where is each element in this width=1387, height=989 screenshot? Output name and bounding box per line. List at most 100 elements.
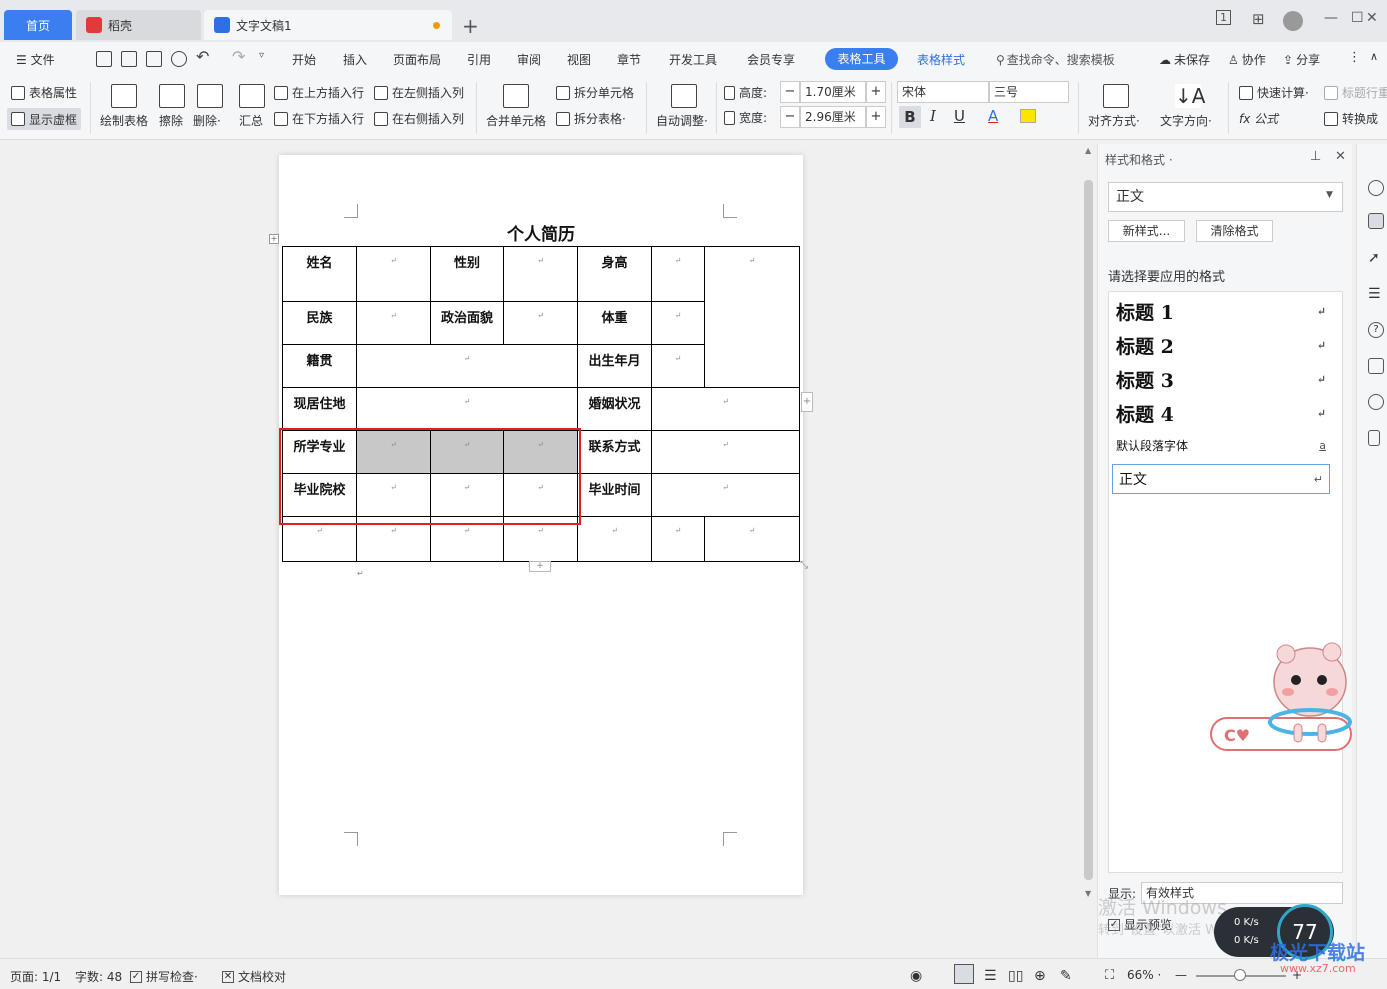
preview-icon[interactable]	[171, 51, 187, 67]
new-tab-button[interactable]: +	[462, 14, 479, 38]
table-resize-handle-icon[interactable]: ⤡	[800, 560, 808, 571]
panel-title[interactable]: 样式和格式 ·	[1105, 151, 1173, 168]
scrollbar-thumb[interactable]	[1084, 180, 1093, 880]
insert-col-left-button[interactable]: 在左侧插入列	[374, 84, 464, 101]
table-cell[interactable]: ↵	[651, 430, 800, 474]
table-cell[interactable]: 体重	[577, 301, 652, 345]
height-increase-button[interactable]: +	[866, 81, 886, 103]
auto-adjust-icon[interactable]	[671, 84, 697, 108]
table-cell[interactable]: ↵	[651, 344, 705, 388]
delete-button[interactable]: 删除·	[193, 112, 221, 129]
sliders-icon[interactable]: ☰	[1368, 286, 1384, 302]
erase-button[interactable]: 擦除	[159, 112, 183, 129]
menu-section[interactable]: 章节	[617, 51, 641, 68]
scroll-down-icon[interactable]: ▼	[1085, 889, 1091, 898]
formula-button[interactable]: fx 公式	[1239, 110, 1278, 127]
table-cell[interactable]: ↵	[503, 301, 578, 345]
clear-format-button[interactable]: 清除格式	[1196, 220, 1273, 242]
share-button[interactable]: ⇪ 分享	[1283, 51, 1320, 68]
current-style-select[interactable]: 正文	[1108, 182, 1343, 212]
table-cell[interactable]: 身高	[577, 246, 652, 302]
minimize-button[interactable]: —	[1324, 10, 1338, 26]
export-icon[interactable]	[121, 51, 137, 67]
redo-icon[interactable]: ↷	[232, 47, 245, 66]
tab-table-tools[interactable]: 表格工具	[825, 48, 898, 70]
table-cell[interactable]: ↵	[651, 516, 705, 562]
merge-cells-icon[interactable]	[503, 84, 529, 108]
table-cell[interactable]: 出生年月	[577, 344, 652, 388]
split-cell-button[interactable]: 拆分单元格	[556, 84, 634, 101]
proofread-button[interactable]: ✕ 文档校对	[222, 968, 286, 985]
print-icon[interactable]	[146, 51, 162, 67]
style-heading-1[interactable]: 标题 1 ↵	[1116, 298, 1326, 325]
menu-developer[interactable]: 开发工具	[669, 51, 717, 68]
close-icon[interactable]: ✕	[1335, 149, 1346, 164]
tab-table-style[interactable]: 表格样式	[917, 51, 965, 68]
zoom-out-button[interactable]: —	[1175, 968, 1187, 982]
split-table-button[interactable]: 拆分表格·	[556, 110, 626, 127]
fit-page-icon[interactable]: ⛶	[1105, 968, 1114, 983]
table-cell[interactable]: 性别	[430, 246, 504, 302]
align-button[interactable]: 对齐方式·	[1088, 112, 1140, 129]
page-view-icon[interactable]	[954, 964, 974, 984]
close-window-button[interactable]: ✕	[1366, 10, 1378, 26]
table-cell[interactable]: ↵	[503, 246, 578, 302]
height-decrease-button[interactable]: −	[780, 81, 800, 103]
menu-review[interactable]: 审阅	[517, 51, 541, 68]
menu-reference[interactable]: 引用	[467, 51, 491, 68]
table-move-handle-icon[interactable]: +	[269, 234, 279, 244]
width-decrease-button[interactable]: −	[780, 106, 800, 128]
show-grid-button[interactable]: 显示虚框	[7, 108, 82, 130]
add-row-button[interactable]: +	[529, 561, 551, 572]
table-cell[interactable]: 民族	[282, 301, 357, 345]
eraser-icon[interactable]	[159, 84, 185, 108]
outline-view-icon[interactable]: ☰	[984, 968, 997, 984]
customize-icon[interactable]: ▿	[259, 50, 264, 61]
table-cell[interactable]: 婚姻状况	[577, 387, 652, 431]
table-cell[interactable]: ↵	[651, 246, 705, 302]
book-icon[interactable]	[1368, 430, 1380, 446]
file-menu[interactable]: ☰ 文件	[16, 51, 55, 68]
table-cell[interactable]: ↵	[651, 301, 705, 345]
font-size-select[interactable]: 三号	[989, 81, 1069, 103]
text-direction-icon[interactable]: ↓A	[1175, 84, 1205, 108]
plugin-icon[interactable]	[1368, 394, 1384, 410]
scroll-up-icon[interactable]: ▲	[1085, 146, 1091, 155]
save-icon[interactable]	[96, 51, 112, 67]
font-select[interactable]: 宋体	[897, 81, 989, 103]
page-count[interactable]: 页面: 1/1	[10, 968, 61, 985]
word-count[interactable]: 字数: 48	[75, 968, 122, 985]
table-cell[interactable]: 现居住地	[282, 387, 357, 431]
style-heading-4[interactable]: 标题 4 ↵	[1116, 400, 1326, 427]
style-body[interactable]: 正文 ↵	[1112, 464, 1330, 494]
auto-adjust-button[interactable]: 自动调整·	[656, 112, 708, 129]
table-cell[interactable]: ↵	[704, 516, 800, 562]
reading-view-icon[interactable]: ▯▯	[1008, 968, 1023, 984]
tab-home[interactable]: 首页	[4, 10, 72, 40]
width-input[interactable]: 2.96厘米	[800, 106, 866, 128]
font-color-button[interactable]: A	[988, 107, 998, 125]
table-cell[interactable]: ↵	[356, 344, 578, 388]
highlight-icon[interactable]	[1020, 109, 1036, 123]
table-cell[interactable]: ↵	[651, 387, 800, 431]
style-default-font[interactable]: 默认段落字体 a	[1116, 437, 1326, 454]
window-count-badge[interactable]: 1	[1216, 10, 1231, 25]
convert-button[interactable]: 转换成	[1324, 110, 1378, 127]
new-style-button[interactable]: 新样式...	[1108, 220, 1185, 242]
text-direction-button[interactable]: 文字方向·	[1160, 112, 1212, 129]
draw-table-icon[interactable]	[111, 84, 137, 108]
help-icon[interactable]: ?	[1368, 322, 1384, 338]
grid-icon[interactable]: ⊞	[1252, 10, 1265, 28]
collab-button[interactable]: ♙ 协作	[1228, 51, 1266, 68]
align-icon[interactable]	[1103, 84, 1129, 108]
menu-view[interactable]: 视图	[567, 51, 591, 68]
table-cell[interactable]: 籍贯	[282, 344, 357, 388]
table-cell[interactable]: ↵	[356, 246, 431, 302]
merge-cells-button[interactable]: 合并单元格	[486, 112, 546, 129]
eye-icon[interactable]: ◉	[910, 968, 922, 984]
title-repeat-button[interactable]: 标题行重复	[1324, 84, 1387, 101]
tab-daoke[interactable]: 稻壳	[76, 10, 201, 40]
document-title[interactable]: 个人简历	[279, 220, 803, 245]
table-cell[interactable]: 政治面貌	[430, 301, 504, 345]
avatar[interactable]	[1283, 11, 1303, 31]
